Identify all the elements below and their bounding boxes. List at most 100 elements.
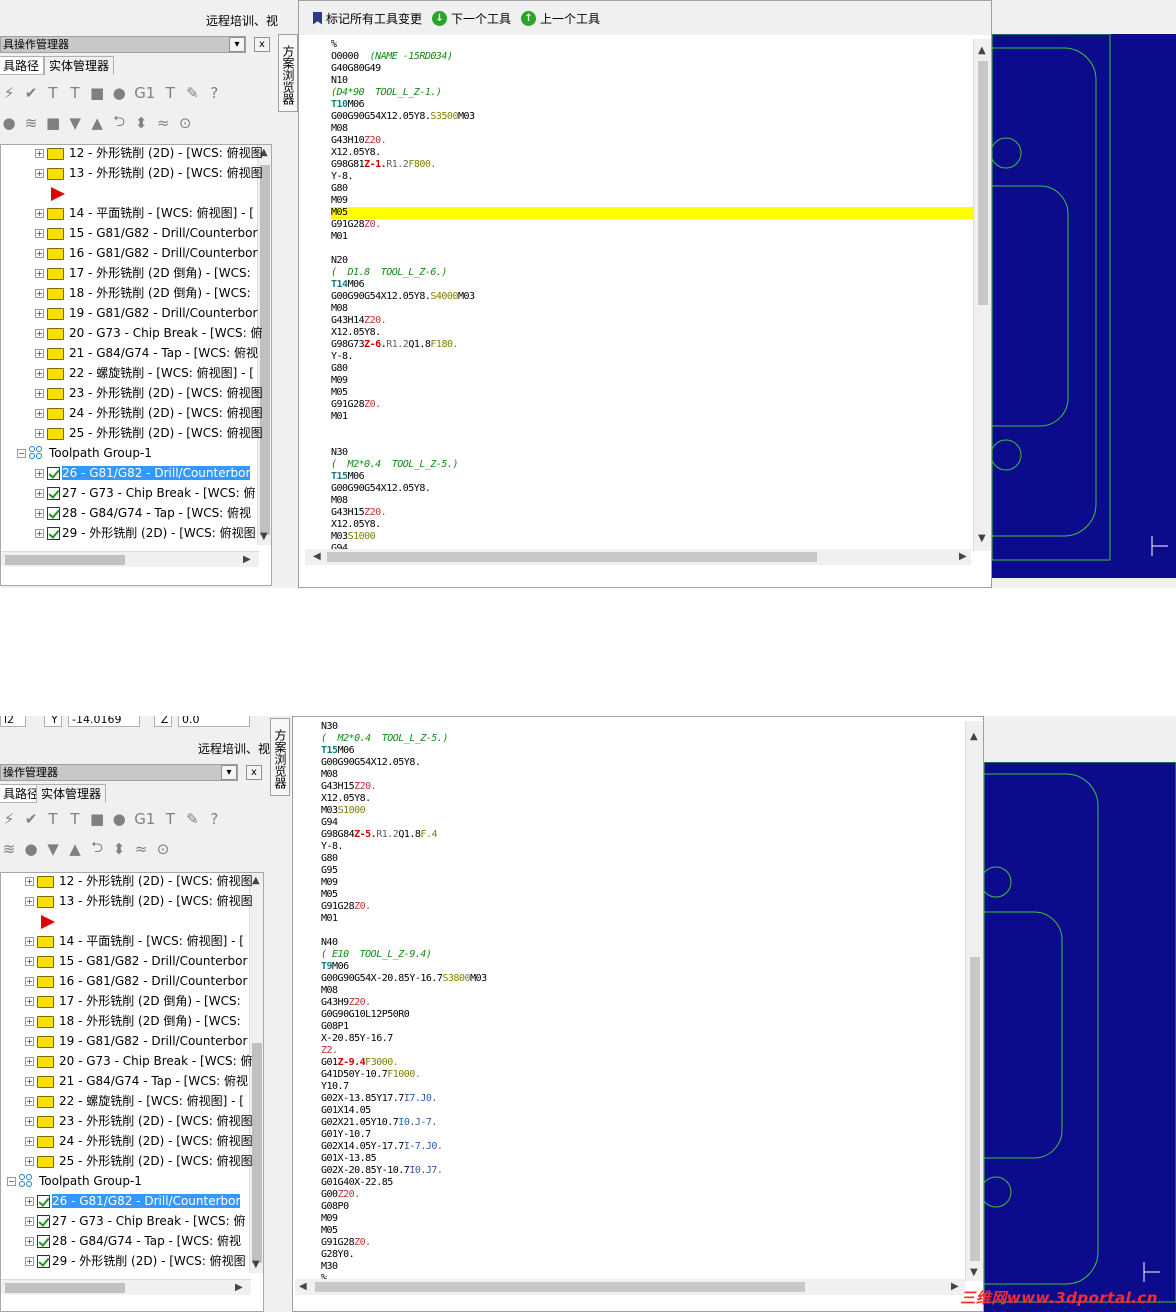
tree-vertical-scrollbar[interactable]: ▲ ▼ [257, 145, 271, 545]
insert-arrow-icon[interactable]: ⮌ [90, 837, 104, 862]
coord-x-field[interactable]: l2 [0, 716, 26, 727]
tree-item[interactable]: +16 - G81/G82 - Drill/Counterbor [35, 243, 257, 263]
tree-item[interactable]: +26 - G81/G82 - Drill/Counterbor [35, 463, 251, 483]
expand-toggle-icon[interactable]: + [25, 1217, 34, 1226]
expand-toggle-icon[interactable]: + [35, 229, 44, 238]
toolpath-group[interactable]: − Toolpath Group-1 [7, 1171, 142, 1191]
expand-toggle-icon[interactable]: + [35, 429, 44, 438]
expand-toggle-icon[interactable]: + [25, 1057, 34, 1066]
nc-code-bottom[interactable]: N30( M2*0.4 TOOL_L_Z-5.) T15M06 G00G90G54X… [321, 721, 961, 1281]
tree-item[interactable]: +14 - 平面铣削 - [WCS: 俯视图] - [ [25, 931, 244, 951]
select-all-icon[interactable]: ⚡ [2, 84, 16, 102]
tree-item[interactable]: +24 - 外形铣削 (2D) - [WCS: 俯视图 [35, 403, 263, 423]
g1-icon[interactable]: G1 [134, 810, 155, 828]
post-icon[interactable]: T [163, 84, 177, 102]
scroll-thumb[interactable] [260, 165, 270, 535]
simulate-icon[interactable]: ■ [90, 810, 104, 828]
expand-toggle-icon[interactable]: + [35, 169, 44, 178]
expand-toggle-icon[interactable]: + [25, 957, 34, 966]
tree-item[interactable]: +18 - 外形铣削 (2D 倒角) - [WCS: [25, 1011, 241, 1031]
tab-solids[interactable]: 实体管理器 [44, 56, 115, 75]
post-icon[interactable]: T [163, 810, 177, 828]
expand-toggle-icon[interactable]: + [25, 1137, 34, 1146]
tree-vertical-scrollbar[interactable]: ▲ ▼ [249, 873, 263, 1273]
toolpath-group[interactable]: − Toolpath Group-1 [17, 443, 152, 463]
editor-hscroll-thumb[interactable] [327, 552, 817, 562]
move-down-icon[interactable]: ▼ [68, 114, 82, 132]
tree-item[interactable]: +27 - G73 - Chip Break - [WCS: 俯 [25, 1211, 245, 1231]
scroll-left-icon[interactable]: ◀ [299, 1281, 307, 1292]
scroll-left-icon[interactable]: ◀ [313, 551, 321, 562]
tree-item[interactable]: +16 - G81/G82 - Drill/Counterbor [25, 971, 247, 991]
select-all-icon[interactable]: ⚡ [2, 810, 16, 828]
editor-horizontal-scrollbar[interactable]: ◀ ▶ [305, 549, 971, 565]
tree-item[interactable]: +19 - G81/G82 - Drill/Counterbor [35, 303, 257, 323]
expand-toggle-icon[interactable]: + [35, 529, 44, 538]
scroll-down-icon[interactable]: ▼ [260, 531, 268, 542]
wave-icon[interactable]: ≋ [24, 114, 38, 132]
tree-item[interactable]: +18 - 外形铣削 (2D 倒角) - [WCS: [35, 283, 251, 303]
expand-toggle-icon[interactable]: + [25, 1037, 34, 1046]
expand-toggle-icon[interactable]: + [25, 877, 34, 886]
pin-button[interactable]: ▾ [221, 765, 237, 780]
close-manager-button[interactable]: x [246, 765, 262, 780]
move-up-icon[interactable]: ▲ [68, 840, 82, 858]
g1-icon[interactable]: G1 [134, 84, 155, 102]
tree-horizontal-scrollbar[interactable]: ▶ [1, 551, 259, 567]
editor-scroll-thumb[interactable] [970, 957, 980, 1261]
expand-toggle-icon[interactable]: + [35, 369, 44, 378]
expand-toggle-icon[interactable]: + [35, 249, 44, 258]
expand-toggle-icon[interactable]: + [35, 149, 44, 158]
expand-toggle-icon[interactable]: + [25, 1237, 34, 1246]
tree-item[interactable]: +23 - 外形铣削 (2D) - [WCS: 俯视图 [35, 383, 263, 403]
editor-vertical-scrollbar[interactable]: ▲ ▼ [973, 39, 991, 551]
scroll-right-icon[interactable]: ▶ [959, 551, 967, 562]
scroll-right-icon[interactable]: ▶ [243, 554, 251, 565]
collapse-toggle-icon[interactable]: − [17, 449, 26, 458]
regen-dirty-icon[interactable]: T [68, 84, 82, 102]
nc-code-top[interactable]: % O0000 (NAME -15RD034) G40G80G49 N10 (D4*90… [331, 39, 973, 549]
tree-item[interactable]: +14 - 平面铣削 - [WCS: 俯视图] - [ [35, 203, 254, 223]
help-icon[interactable]: ? [207, 810, 221, 828]
expand-toggle-icon[interactable]: + [25, 997, 34, 1006]
expand-toggle-icon[interactable]: + [35, 329, 44, 338]
coord-y-field[interactable]: -14.0169 [68, 716, 140, 727]
expand-toggle-icon[interactable]: + [25, 1157, 34, 1166]
move-down-icon[interactable]: ▼ [46, 840, 60, 858]
hscroll-thumb[interactable] [5, 1283, 125, 1293]
tab-project-browser[interactable]: 方案浏览器 [270, 718, 290, 796]
coord-z-field[interactable]: 0.0 [178, 716, 250, 727]
tree-item[interactable]: +28 - G84/G74 - Tap - [WCS: 俯视 [25, 1231, 241, 1251]
tree-item[interactable]: +21 - G84/G74 - Tap - [WCS: 俯视 [35, 343, 258, 363]
tree-item[interactable]: +25 - 外形铣削 (2D) - [WCS: 俯视图 [25, 1151, 253, 1171]
expand-toggle-icon[interactable]: + [35, 309, 44, 318]
scroll-thumb[interactable] [252, 1043, 262, 1263]
tree-item[interactable]: +25 - 外形铣削 (2D) - [WCS: 俯视图 [35, 423, 263, 443]
editor-scroll-thumb[interactable] [978, 61, 988, 305]
zoom-icon[interactable]: ⊙ [178, 114, 192, 132]
expand-toggle-icon[interactable]: + [25, 1017, 34, 1026]
tree-item[interactable]: +29 - 外形铣削 (2D) - [WCS: 俯视图 [25, 1251, 246, 1271]
toolpath-filter-icon[interactable]: ≈ [156, 114, 170, 132]
tree-item[interactable]: +20 - G73 - Chip Break - [WCS: 俯 [35, 323, 262, 343]
tree-item[interactable]: +15 - G81/G82 - Drill/Counterbor [35, 223, 257, 243]
tree-item[interactable]: +17 - 外形铣削 (2D 倒角) - [WCS: [25, 991, 241, 1011]
scroll-down-icon[interactable]: ▼ [978, 533, 986, 544]
regen-icon[interactable]: T [46, 84, 60, 102]
collapse-toggle-icon[interactable]: − [7, 1177, 16, 1186]
tree-item[interactable]: +28 - G84/G74 - Tap - [WCS: 俯视 [35, 503, 251, 523]
lock-icon[interactable]: ● [24, 840, 38, 858]
scroll-down-icon[interactable]: ▼ [252, 1259, 260, 1270]
display-icon[interactable]: ■ [46, 114, 60, 132]
scroll-right-icon[interactable]: ▶ [235, 1282, 243, 1293]
scroll-up-icon[interactable]: ▲ [252, 875, 260, 886]
tree-item[interactable]: +15 - G81/G82 - Drill/Counterbor [25, 951, 247, 971]
tree-item[interactable]: +19 - G81/G82 - Drill/Counterbor [25, 1031, 247, 1051]
tree-item[interactable]: +12 - 外形铣削 (2D) - [WCS: 俯视图 [25, 873, 253, 891]
tab-project-browser[interactable]: 方案浏览器 [278, 34, 298, 112]
tree-item[interactable]: +21 - G84/G74 - Tap - [WCS: 俯视 [25, 1071, 248, 1091]
tree-item[interactable]: +24 - 外形铣削 (2D) - [WCS: 俯视图 [25, 1131, 253, 1151]
expand-toggle-icon[interactable]: + [25, 1257, 34, 1266]
editor-vertical-scrollbar[interactable]: ▲ ▼ [965, 721, 983, 1281]
select-dirty-icon[interactable]: ✔ [24, 84, 38, 102]
